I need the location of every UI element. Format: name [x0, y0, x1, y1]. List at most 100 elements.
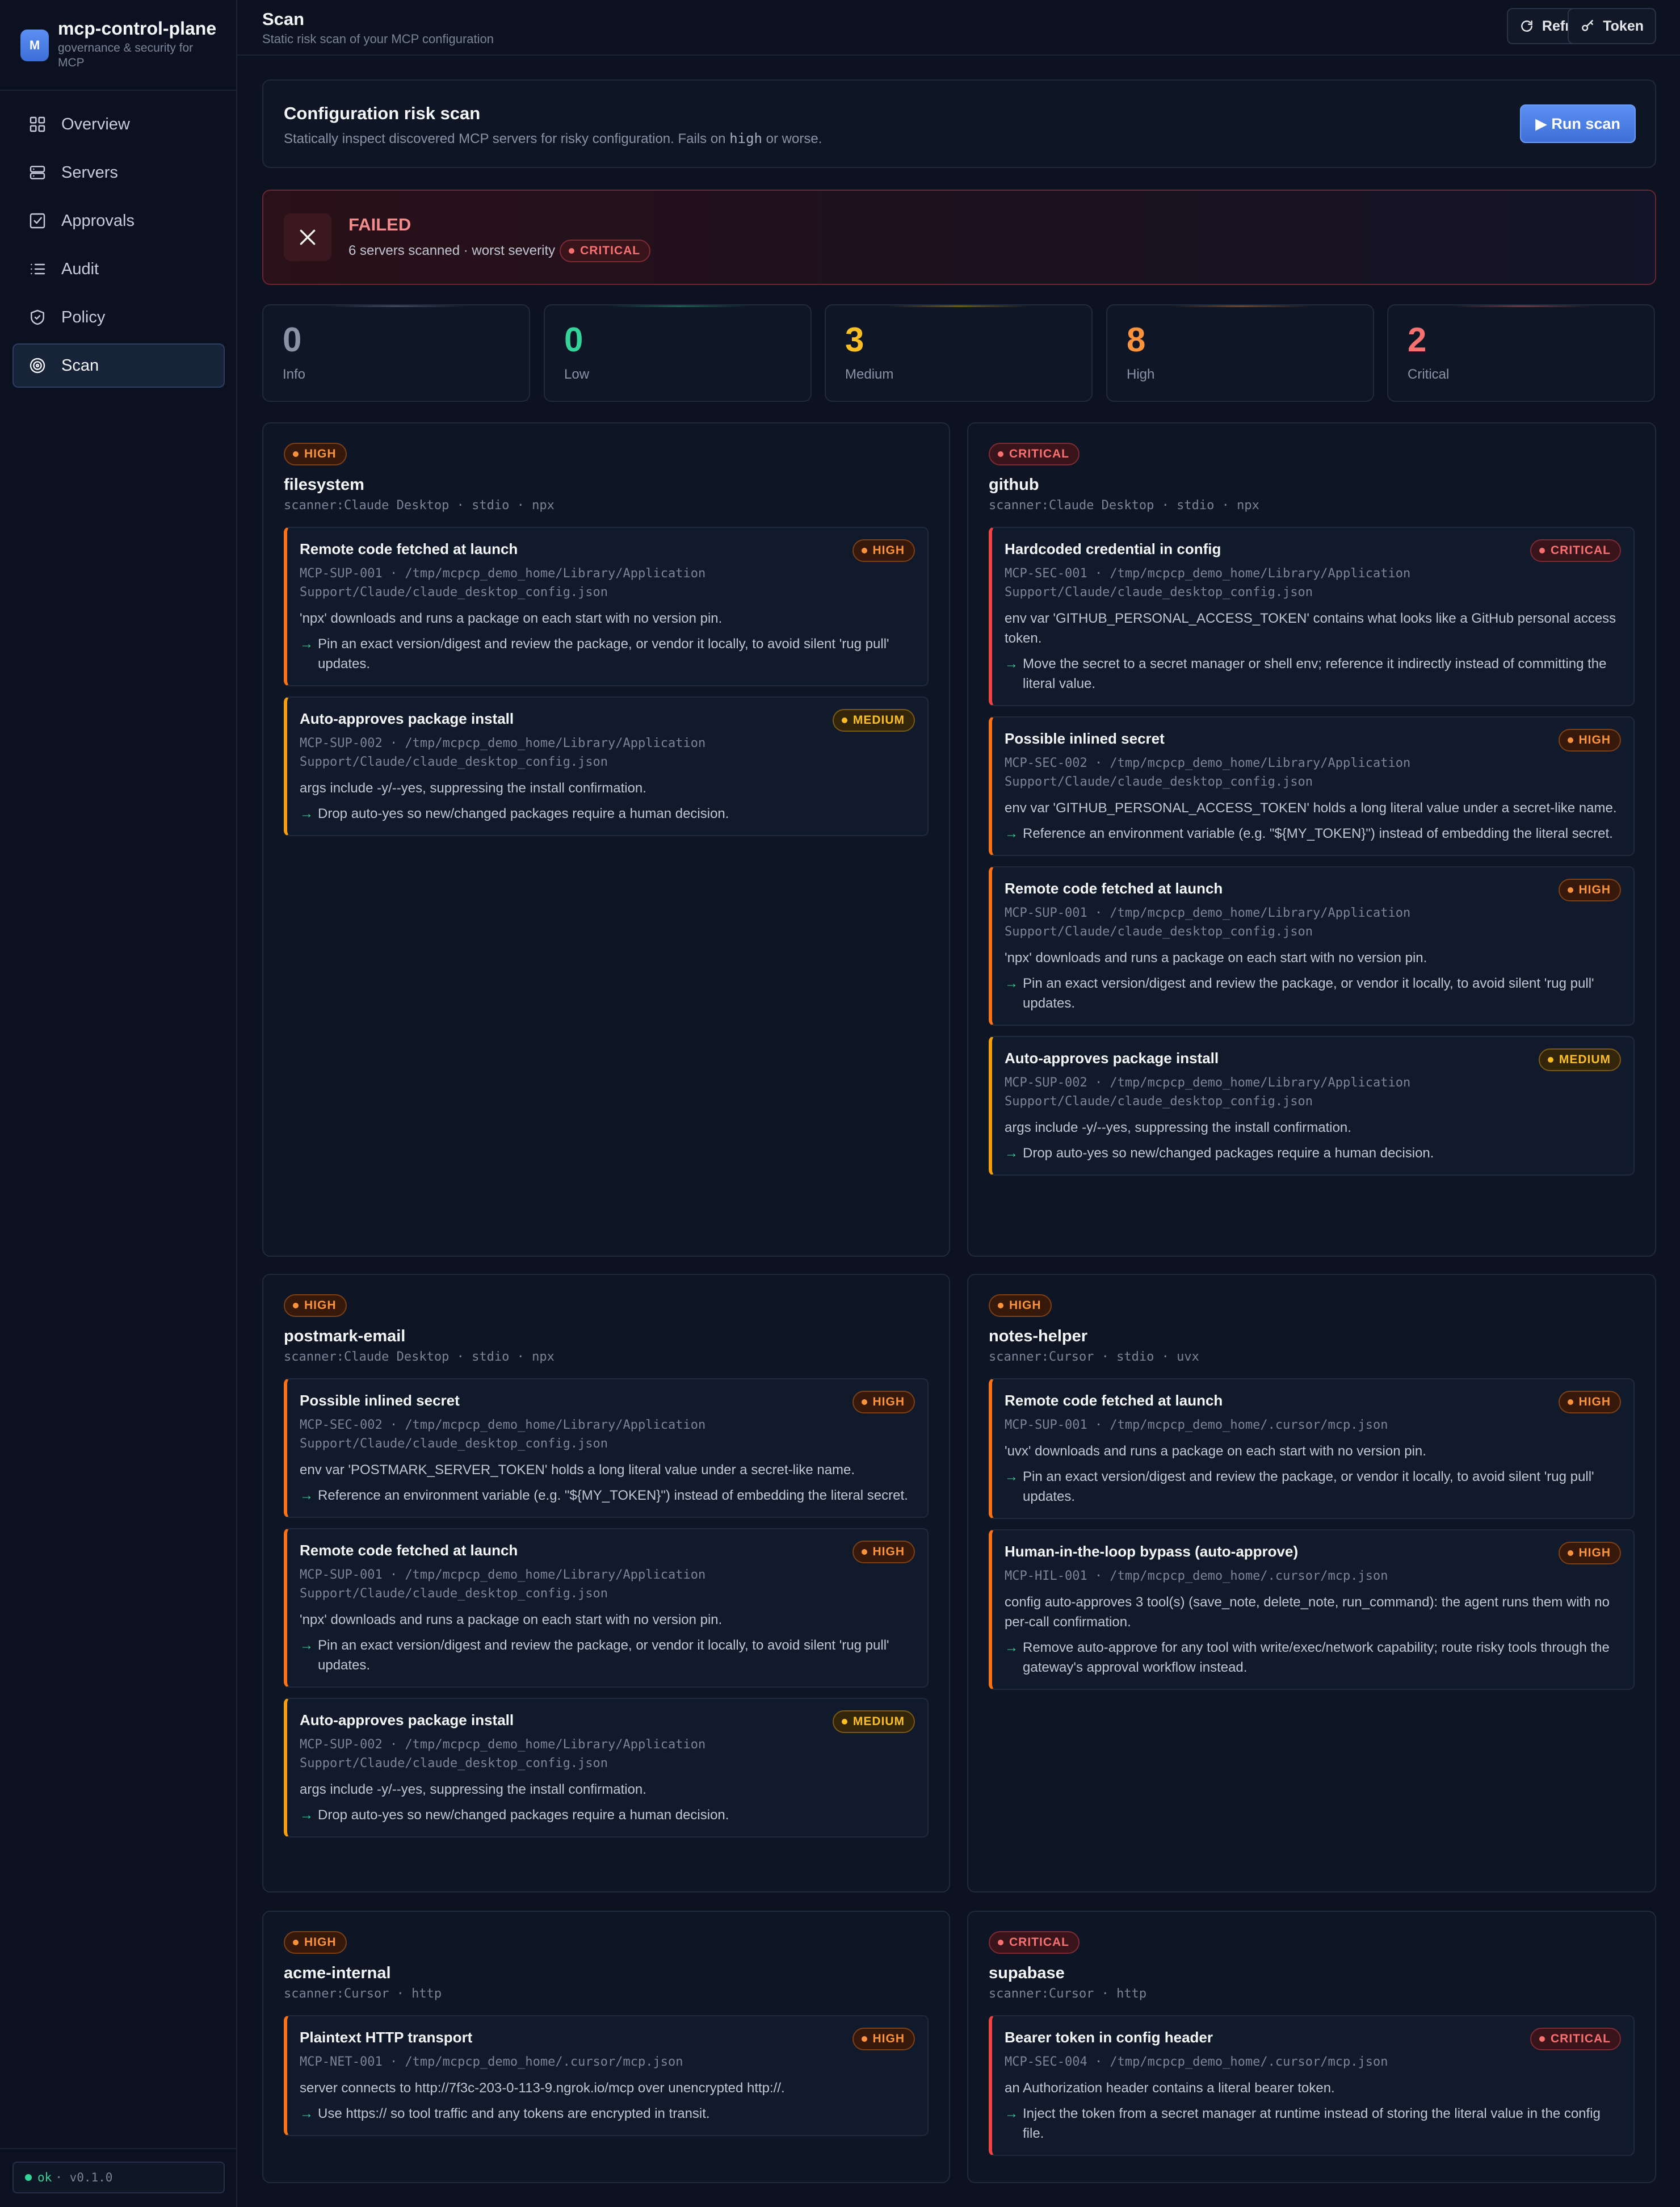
finding-recommendation: → Drop auto-yes so new/changed packages r… — [300, 804, 914, 824]
stat-value: 0 — [564, 321, 583, 359]
sidebar-item-scan[interactable]: Scan — [12, 343, 225, 388]
finding-rule-path: MCP-HIL-001 · /tmp/mcpcp_demo_home/.curs… — [1005, 1569, 1388, 1583]
worst-severity-badge: CRITICAL — [560, 240, 651, 262]
arrow-right-icon: → — [300, 636, 313, 652]
finding-severity-badge: CRITICAL — [1530, 2028, 1621, 2050]
finding-description: 'npx' downloads and runs a package on ea… — [1005, 950, 1427, 966]
finding-item: Auto-approves package install MEDIUM MCP-S… — [284, 1698, 929, 1837]
sidebar-divider — [0, 90, 237, 91]
finding-severity-badge: HIGH — [852, 1541, 915, 1563]
finding-description: 'uvx' downloads and runs a package on ea… — [1005, 1444, 1426, 1459]
sidebar-nav: Overview Servers Approvals Audit Policy Scan — [12, 102, 225, 392]
scan-status: FAILED — [348, 215, 411, 234]
sidebar-item-label: Policy — [61, 308, 106, 326]
finding-rule-path: MCP-SUP-002 · /tmp/mcpcp_demo_home/Libra… — [1005, 1076, 1411, 1109]
status-dot — [25, 2174, 32, 2181]
finding-rule-path: MCP-SUP-002 · /tmp/mcpcp_demo_home/Libra… — [300, 1738, 706, 1770]
finding-recommendation: → Drop auto-yes so new/changed packages r… — [1005, 1143, 1620, 1163]
arrow-right-icon: → — [1005, 1146, 1018, 1161]
arrow-right-icon: → — [1005, 1469, 1018, 1484]
server-icon — [30, 166, 45, 179]
server-card-supabase: CRITICAL supabase scanner:Cursor · http Bea… — [967, 1911, 1656, 2183]
app-logo: M — [20, 30, 49, 61]
finding-severity-badge: HIGH — [852, 2028, 915, 2050]
finding-recommendation: → Pin an exact version/digest and review … — [1005, 974, 1620, 1013]
server-meta: scanner:Cursor · http — [989, 1987, 1147, 2001]
stat-value: 8 — [1127, 321, 1146, 359]
server-severity-badge: HIGH — [989, 1294, 1052, 1317]
finding-title: Hardcoded credential in config — [1005, 540, 1221, 557]
arrow-right-icon: → — [300, 806, 313, 821]
server-severity-badge: HIGH — [284, 1931, 347, 1954]
sidebar-item-servers[interactable]: Servers — [12, 150, 225, 195]
finding-severity-badge: HIGH — [1558, 1542, 1621, 1564]
stat-value: 2 — [1408, 321, 1427, 359]
arrow-right-icon: → — [1005, 1640, 1018, 1655]
finding-item: Auto-approves package install MEDIUM MCP-S… — [989, 1036, 1635, 1176]
server-name: acme-internal — [284, 1964, 391, 1982]
sidebar-item-overview[interactable]: Overview — [12, 102, 225, 146]
finding-recommendation: → Pin an exact version/digest and review … — [300, 1635, 914, 1675]
finding-item: Remote code fetched at launch HIGH MCP-SUP… — [284, 1528, 929, 1688]
finding-description: args include -y/--yes, suppressing the i… — [300, 1782, 646, 1797]
app-tagline: governance & security for MCP — [58, 41, 194, 69]
sidebar-item-label: Audit — [61, 259, 99, 278]
stat-critical: 2 Critical — [1387, 304, 1655, 402]
arrow-right-icon: → — [300, 1488, 313, 1503]
sidebar-divider — [0, 2148, 237, 2149]
finding-rule-path: MCP-SEC-004 · /tmp/mcpcp_demo_home/.curs… — [1005, 2055, 1388, 2069]
stat-info: 0 Info — [262, 304, 530, 402]
server-meta: scanner:Cursor · http — [284, 1987, 442, 2001]
server-card-acme-internal: HIGH acme-internal scanner:Cursor · http Pl… — [262, 1911, 950, 2183]
finding-title: Auto-approves package install — [1005, 1050, 1219, 1067]
close-icon — [284, 213, 331, 261]
finding-item: Human-in-the-loop bypass (auto-approve) H… — [989, 1529, 1635, 1690]
finding-severity-badge: HIGH — [1558, 879, 1621, 901]
finding-recommendation: → Reference an environment variable (e.g.… — [300, 1486, 914, 1505]
stat-label: Medium — [845, 367, 894, 382]
finding-recommendation: → Pin an exact version/digest and review … — [1005, 1467, 1620, 1507]
refresh-icon — [1521, 20, 1532, 32]
brand[interactable]: M mcp-control-plane governance & securit… — [20, 17, 225, 72]
finding-severity-badge: CRITICAL — [1530, 539, 1621, 562]
finding-severity-badge: MEDIUM — [832, 709, 915, 732]
arrow-right-icon: → — [300, 1638, 313, 1653]
server-severity-badge: HIGH — [284, 443, 347, 465]
server-meta: scanner:Claude Desktop · stdio · npx — [284, 498, 555, 513]
finding-description: config auto-approves 3 tool(s) (save_not… — [1005, 1595, 1610, 1630]
server-card-github: CRITICAL github scanner:Claude Desktop · s… — [967, 422, 1656, 1257]
sidebar-item-audit[interactable]: Audit — [12, 247, 225, 291]
arrow-right-icon: → — [300, 2106, 313, 2121]
sidebar-item-approvals[interactable]: Approvals — [12, 199, 225, 243]
scan-result-banner: FAILED 6 servers scanned · worst severit… — [262, 190, 1656, 285]
finding-recommendation: → Drop auto-yes so new/changed packages r… — [300, 1805, 914, 1825]
status-text: ok — [37, 2171, 52, 2184]
server-card-postmark-email: HIGH postmark-email scanner:Claude Desktop… — [262, 1274, 950, 1893]
finding-severity-badge: HIGH — [852, 1391, 915, 1413]
finding-title: Auto-approves package install — [300, 710, 514, 727]
grid-icon — [30, 116, 45, 132]
finding-recommendation: → Remove auto-approve for any tool with w… — [1005, 1638, 1620, 1677]
target-icon — [30, 358, 45, 374]
finding-severity-badge: MEDIUM — [1538, 1048, 1621, 1071]
stat-value: 0 — [283, 321, 302, 359]
finding-rule-path: MCP-SUP-001 · /tmp/mcpcp_demo_home/Libra… — [300, 567, 706, 599]
arrow-right-icon: → — [1005, 826, 1018, 841]
finding-rule-path: MCP-SEC-001 · /tmp/mcpcp_demo_home/Libra… — [1005, 567, 1411, 599]
run-scan-button[interactable]: ▶ Run scan — [1520, 104, 1636, 143]
finding-rule-path: MCP-SUP-001 · /tmp/mcpcp_demo_home/Libra… — [1005, 906, 1411, 939]
server-meta: scanner:Claude Desktop · stdio · npx — [989, 498, 1259, 513]
finding-item: Auto-approves package install MEDIUM MCP-S… — [284, 696, 929, 836]
sidebar-item-policy[interactable]: Policy — [12, 295, 225, 339]
server-name: filesystem — [284, 476, 364, 494]
finding-item: Possible inlined secret HIGH MCP-SEC-002 ·… — [284, 1378, 929, 1518]
server-severity-badge: HIGH — [284, 1294, 347, 1317]
server-name: github — [989, 476, 1039, 494]
token-button[interactable]: Token — [1568, 8, 1656, 44]
server-meta: scanner:Cursor · stdio · uvx — [989, 1350, 1199, 1364]
finding-description: an Authorization header contains a liter… — [1005, 2080, 1335, 2096]
finding-item: Bearer token in config header CRITICAL MCP… — [989, 2015, 1635, 2156]
finding-rule-path: MCP-SUP-001 · /tmp/mcpcp_demo_home/.curs… — [1005, 1418, 1388, 1432]
arrow-right-icon: → — [300, 1807, 313, 1823]
finding-description: args include -y/--yes, suppressing the i… — [300, 781, 646, 796]
